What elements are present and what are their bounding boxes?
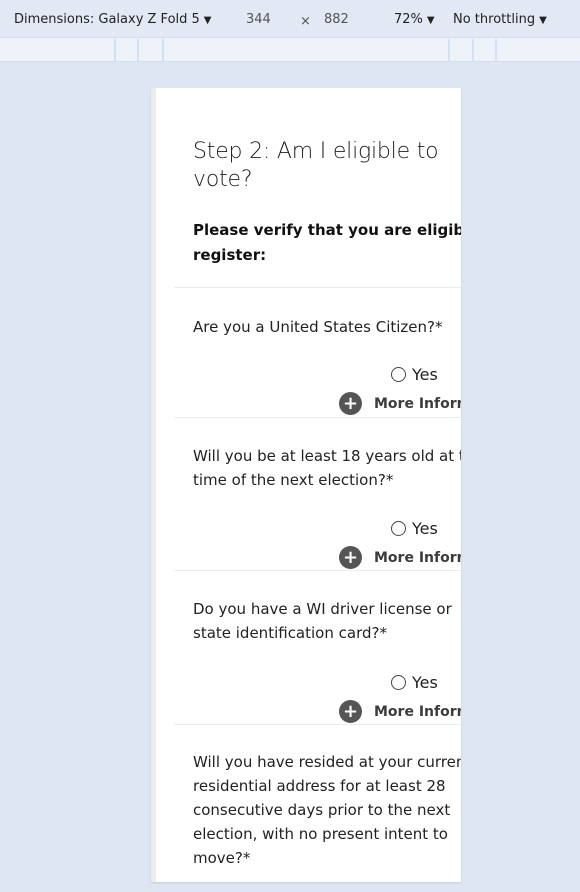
radio-label: Yes [412, 365, 438, 384]
radio-yes-citizen[interactable]: Yes [391, 365, 438, 384]
question-age: Will you be at least 18 years old at the… [193, 444, 461, 492]
divider [174, 570, 461, 571]
page-title: Step 2: Am I eligible to vote? [193, 139, 439, 192]
page-subtitle: Please verify that you are eligible to r… [193, 218, 461, 268]
caret-down-icon: ▼ [203, 15, 212, 26]
question-text: Will you be at least 18 years old at the [193, 447, 461, 465]
plus-circle-icon: + [339, 546, 362, 569]
device-label: Dimensions: Galaxy Z Fold 5 [14, 12, 200, 27]
question-text: state identification card?* [193, 624, 387, 642]
ruler-tick [162, 39, 164, 61]
plus-circle-icon: + [339, 392, 362, 415]
more-information-label: More Information [374, 395, 461, 412]
ruler-tick [137, 39, 139, 61]
question-text: Are you a United States Citizen?* [193, 318, 443, 336]
ruler-tick [472, 39, 474, 61]
divider [174, 417, 461, 418]
plus-circle-icon: + [339, 700, 362, 723]
subtitle-line: Please verify that you are eligible to [193, 221, 461, 239]
throttling-selector[interactable]: No throttling ▼ [453, 12, 547, 29]
question-text: move?* [193, 849, 251, 867]
subtitle-line: register: [193, 246, 267, 264]
device-selector[interactable]: Dimensions: Galaxy Z Fold 5 ▼ [14, 12, 212, 29]
question-text: consecutive days prior to the next [193, 801, 451, 819]
width-input[interactable]: 344 [246, 12, 271, 28]
question-text: election, with no present intent to [193, 825, 448, 843]
radio-yes-license[interactable]: Yes [391, 673, 438, 692]
radio-label: Yes [412, 673, 438, 692]
device-viewport: Step 2: Am I eligible to vote? Please ve… [151, 88, 461, 882]
divider [174, 287, 461, 288]
ruler-tick [114, 39, 116, 61]
ruler-tick [495, 39, 497, 61]
more-information-citizen[interactable]: + More Information [339, 392, 461, 415]
more-information-label: More Information [374, 703, 461, 720]
more-information-age[interactable]: + More Information [339, 546, 461, 569]
radio-button[interactable] [391, 675, 406, 690]
devtools-device-toolbar: Dimensions: Galaxy Z Fold 5 ▼ 344 × 882 7… [0, 0, 580, 37]
height-input[interactable]: 882 [324, 12, 349, 28]
divider [174, 724, 461, 725]
more-information-license[interactable]: + More Information [339, 700, 461, 723]
caret-down-icon: ▼ [539, 15, 547, 26]
question-citizen: Are you a United States Citizen?* [193, 315, 461, 339]
media-query-ruler[interactable] [0, 37, 580, 62]
radio-yes-age[interactable]: Yes [391, 519, 438, 538]
question-text: Do you have a WI driver license or [193, 600, 452, 618]
more-information-label: More Information [374, 549, 461, 566]
question-text: time of the next election?* [193, 471, 394, 489]
times-icon: × [300, 14, 311, 29]
question-text: residential address for at least 28 [193, 777, 446, 795]
radio-label: Yes [412, 519, 438, 538]
zoom-selector[interactable]: 72% ▼ [394, 12, 435, 29]
throttling-label: No throttling [453, 12, 536, 27]
question-license: Do you have a WI driver license or state… [193, 597, 461, 645]
question-residency: Will you have resided at your current re… [193, 750, 461, 870]
caret-down-icon: ▼ [426, 15, 435, 26]
radio-button[interactable] [391, 367, 406, 382]
radio-button[interactable] [391, 521, 406, 536]
ruler-tick [448, 39, 450, 61]
zoom-label: 72% [394, 12, 423, 27]
question-text: Will you have resided at your current [193, 753, 461, 771]
